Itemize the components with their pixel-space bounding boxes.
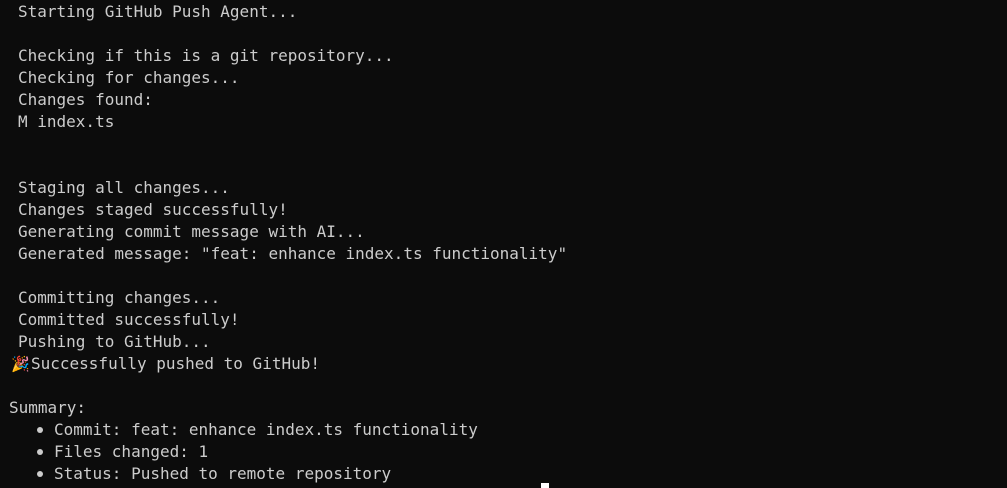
summary-item-text: Status: Pushed to remote repository bbox=[54, 464, 392, 483]
terminal-cursor bbox=[541, 483, 549, 488]
summary-item-commit: Commit: feat: enhance index.ts functiona… bbox=[0, 419, 1007, 441]
terminal-line-staging: Staging all changes... bbox=[18, 178, 230, 197]
bullet-icon bbox=[37, 463, 54, 485]
party-popper-icon: 🎉 bbox=[11, 355, 30, 373]
summary-heading: Summary: bbox=[9, 398, 87, 417]
terminal-output[interactable]: Starting GitHub Push Agent... Checking i… bbox=[0, 0, 1007, 488]
terminal-line-pushed: 🎉Successfully pushed to GitHub! bbox=[0, 353, 1007, 375]
summary-item-text: Files changed: 1 bbox=[54, 442, 209, 461]
terminal-line-start: Starting GitHub Push Agent... bbox=[18, 2, 298, 21]
terminal-line-check-changes: Checking for changes... bbox=[18, 68, 240, 87]
summary-item-text: Commit: feat: enhance index.ts functiona… bbox=[54, 420, 478, 439]
bullet-icon bbox=[37, 419, 54, 441]
pushed-text: Successfully pushed to GitHub! bbox=[31, 354, 320, 373]
terminal-line-generated-message: Generated message: "feat: enhance index.… bbox=[18, 244, 568, 263]
terminal-line-generating: Generating commit message with AI... bbox=[18, 222, 365, 241]
terminal-line-staged: Changes staged successfully! bbox=[18, 200, 288, 219]
terminal-line-committing: Committing changes... bbox=[18, 288, 221, 307]
terminal-line-committed: Committed successfully! bbox=[18, 310, 240, 329]
summary-item-files: Files changed: 1 bbox=[0, 441, 1007, 463]
terminal-line-changes-found: Changes found: bbox=[18, 90, 153, 109]
terminal-line-check-repo: Checking if this is a git repository... bbox=[18, 46, 394, 65]
terminal-line-pushing: Pushing to GitHub... bbox=[18, 332, 211, 351]
summary-item-status: Status: Pushed to remote repository bbox=[0, 463, 1007, 485]
terminal-line-changed-file: M index.ts bbox=[18, 112, 115, 131]
bullet-icon bbox=[37, 441, 54, 463]
